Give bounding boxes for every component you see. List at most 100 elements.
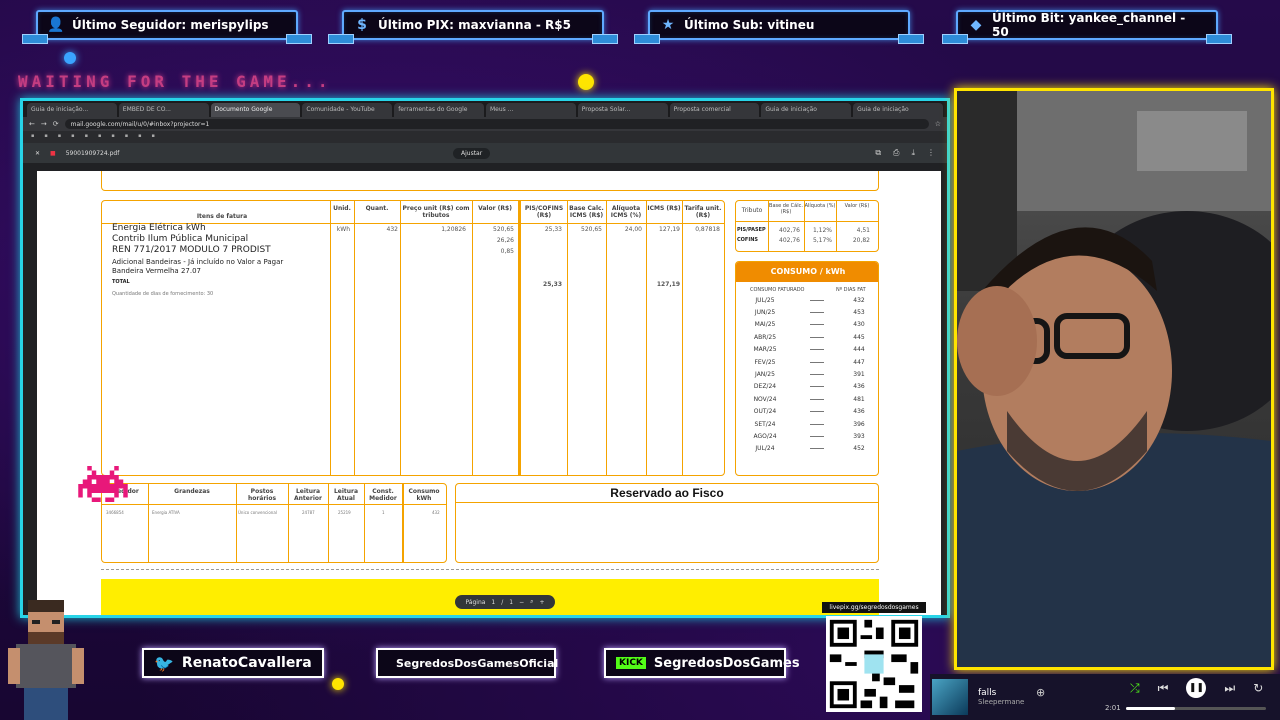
zoom-in-icon[interactable]: + bbox=[540, 599, 545, 606]
screen-share: Guia de iniciação... EMBED DE CO... Docu… bbox=[20, 98, 950, 618]
col-pis: PIS/COFINS (R$) bbox=[524, 205, 564, 219]
col-quant: Quant. bbox=[365, 205, 389, 212]
med-val-atual: 25219 bbox=[338, 510, 351, 515]
browser-tab[interactable]: Guia de iniciação... bbox=[27, 103, 117, 117]
browser-tab[interactable]: Guia de iniciação bbox=[853, 103, 943, 117]
kick-handle[interactable]: SegredosDosGames bbox=[654, 656, 800, 671]
browser-tabs: Guia de iniciação... EMBED DE CO... Docu… bbox=[23, 101, 947, 117]
streamer-image bbox=[957, 91, 1271, 667]
med-val-postos: Único convencional bbox=[238, 510, 277, 515]
bookmark-icon[interactable]: ▪ bbox=[111, 133, 114, 141]
ultimo-bit-bar: ◆ Último Bit: yankee_channel - 50 bbox=[942, 10, 1232, 44]
shuffle-icon[interactable]: ⤮ bbox=[1130, 681, 1140, 696]
twitter-handle[interactable]: RenatoCavallera bbox=[182, 655, 312, 671]
consumo-cell-d: 30 bbox=[874, 297, 878, 304]
browser-tab[interactable]: Proposta Solar... bbox=[577, 103, 668, 117]
forward-icon[interactable]: → bbox=[41, 120, 47, 128]
browser-tab[interactable]: Proposta comercial bbox=[669, 103, 760, 117]
qr-label: livepix.gg/segredosdosgames bbox=[822, 602, 926, 613]
consumo-cell-m: JUN/25 bbox=[754, 308, 776, 316]
bookmark-icon[interactable]: ▪ bbox=[44, 133, 47, 141]
consumo-row: JUL/24 452 33 bbox=[740, 443, 878, 455]
consumo-bar bbox=[810, 411, 824, 413]
ultimo-sub-label: Último Sub: vitineu bbox=[684, 18, 815, 32]
consumo-cell-v: 447 bbox=[853, 358, 865, 366]
close-icon[interactable]: ✕ bbox=[35, 150, 40, 157]
zoom-out-icon[interactable]: − bbox=[519, 599, 524, 606]
progress-bar[interactable] bbox=[1126, 707, 1266, 710]
download-icon[interactable]: ⤓ bbox=[911, 148, 915, 158]
col-base: Base Calc. ICMS (R$) bbox=[569, 205, 604, 219]
med-val-grandezas: Energia ATIVA bbox=[152, 510, 180, 515]
item-bandeira: Bandeira Vermelha 27.07 bbox=[112, 267, 201, 275]
back-icon[interactable]: ← bbox=[29, 120, 35, 128]
instagram-badge: SegredosDosGamesOficial bbox=[376, 648, 558, 678]
col-itens: Itens de fatura bbox=[196, 213, 248, 220]
med-col-postos: Postos horários bbox=[247, 488, 277, 502]
consumo-bar bbox=[810, 398, 824, 400]
zoom-search-icon[interactable]: ⌕ bbox=[530, 598, 533, 606]
item-adicional: Adicional Bandeiras - Já incluído no Val… bbox=[112, 258, 284, 266]
browser-tab[interactable]: Comunidade - YouTube bbox=[302, 103, 393, 117]
livepix-qr[interactable]: livepix.gg/segredosdosgames bbox=[822, 602, 926, 716]
med-val-const: 1 bbox=[382, 510, 385, 515]
ultimo-pix-bar: $ Último PIX: maxvianna - R$5 bbox=[328, 10, 618, 44]
bookmark-icon[interactable]: ▪ bbox=[98, 133, 101, 141]
consumo-cell-v: 391 bbox=[853, 370, 865, 378]
consumo-bar bbox=[810, 361, 824, 363]
bookmark-star-icon[interactable]: ☆ bbox=[935, 120, 941, 128]
trib-col-tributo: Tributo bbox=[741, 207, 763, 214]
reload-icon[interactable]: ⟳ bbox=[53, 120, 59, 128]
val-aliq: 24,00 bbox=[624, 226, 642, 233]
consumo-table: CONSUMO / kWh CONSUMO FATURADO Nº DIAS F… bbox=[735, 261, 879, 476]
browser-tab[interactable]: Guia de iniciação bbox=[761, 103, 852, 117]
bookmark-icon[interactable]: ▪ bbox=[58, 133, 61, 141]
pager-current[interactable]: 1 bbox=[491, 599, 495, 606]
next-icon[interactable]: ⏭ bbox=[1224, 681, 1235, 696]
pager-sep: / bbox=[501, 598, 504, 606]
consumo-cell-m: JUL/24 bbox=[755, 445, 775, 453]
consumo-bar bbox=[810, 423, 824, 425]
open-icon[interactable]: ⧉ bbox=[875, 148, 881, 158]
zoom-select[interactable]: Ajustar bbox=[453, 148, 491, 159]
bookmark-icon[interactable]: ▪ bbox=[85, 133, 88, 141]
consumo-row: JUL/25 432 30 bbox=[740, 294, 878, 306]
browser-tab[interactable]: Documento Google bbox=[210, 103, 301, 117]
add-icon[interactable]: ⊕ bbox=[1036, 686, 1045, 699]
dollar-icon: $ bbox=[357, 17, 367, 33]
small-note: Quantidade de dias de fornecimento: 30 bbox=[112, 291, 214, 297]
bookmark-icon[interactable]: ▪ bbox=[31, 133, 34, 141]
bookmark-icon[interactable]: ▪ bbox=[138, 133, 141, 141]
kick-badge: KICK SegredosDosGames bbox=[604, 648, 800, 678]
pause-button[interactable]: ❚❚ bbox=[1186, 678, 1207, 698]
webcam-feed bbox=[954, 88, 1274, 670]
consumo-cell-v: 436 bbox=[853, 383, 865, 391]
consumo-cell-v: 481 bbox=[853, 395, 865, 403]
bookmark-icon[interactable]: ▪ bbox=[152, 133, 155, 141]
url-input[interactable]: mail.google.com/mail/u/0/#inbox?projecto… bbox=[64, 119, 929, 129]
consumo-row: JUN/25 453 30 bbox=[740, 306, 878, 318]
repeat-icon[interactable]: ↻ bbox=[1253, 681, 1263, 695]
kick-icon: KICK bbox=[616, 657, 646, 669]
item-contrib: Contrib Ilum Pública Municipal bbox=[112, 234, 249, 244]
print-icon[interactable]: ⎙ bbox=[893, 148, 899, 158]
ultimo-bit-label: Último Bit: yankee_channel - 50 bbox=[991, 11, 1186, 39]
more-icon[interactable]: ⋮ bbox=[927, 148, 935, 158]
instagram-handle[interactable]: SegredosDosGamesOficial bbox=[396, 657, 558, 670]
consumo-cell-d: 30 bbox=[874, 359, 878, 366]
bookmark-icon[interactable]: ▪ bbox=[125, 133, 128, 141]
consumo-row: JAN/25 391 29 bbox=[740, 368, 878, 380]
previous-icon[interactable]: ⏮ bbox=[1158, 681, 1169, 696]
col-aliq: Alíquota ICMS (%) bbox=[610, 205, 642, 219]
val-valor: 520,65 bbox=[493, 226, 514, 233]
consumo-cell-v: 396 bbox=[853, 420, 865, 428]
val-icms: 127,19 bbox=[659, 226, 680, 233]
browser-tab[interactable]: EMBED DE CO... bbox=[118, 103, 209, 117]
med-col-grandezas: Grandezas bbox=[174, 488, 210, 495]
browser-tab[interactable]: ferramentas do Google bbox=[394, 103, 484, 117]
browser-tab[interactable]: Meus ... bbox=[485, 103, 576, 117]
trib-pis-aliq: 1,12% bbox=[812, 227, 832, 234]
bookmark-icon[interactable]: ▪ bbox=[71, 133, 74, 141]
consumo-cell-v: 436 bbox=[853, 408, 865, 416]
consumo-cell-d: 32 bbox=[874, 383, 878, 390]
